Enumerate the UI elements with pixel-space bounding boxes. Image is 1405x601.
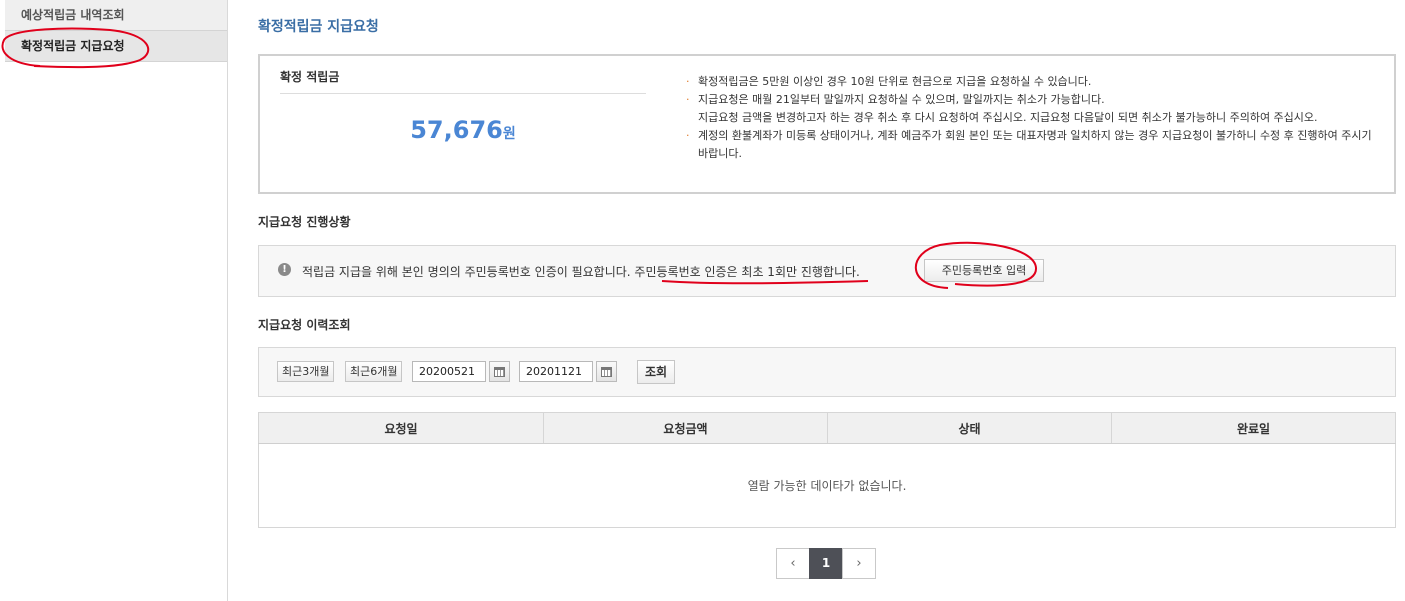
- page-button-current[interactable]: 1: [809, 548, 843, 579]
- history-section-title: 지급요청 이력조회: [258, 318, 351, 332]
- amount-unit: 원: [502, 126, 516, 142]
- filter-box: 최근3개월 최근6개월 조회: [258, 347, 1396, 397]
- confirmed-amount: 57,676: [410, 116, 503, 144]
- table-row: 열람 가능한 데이타가 없습니다.: [258, 443, 1396, 528]
- empty-message: 열람 가능한 데이타가 없습니다.: [258, 443, 1396, 528]
- notice-text: 적립금 지급을 위해 본인 명의의 주민등록번호 인증이 필요합니다. 주민등록…: [302, 263, 860, 280]
- rrn-input-button[interactable]: 주민등록번호 입력: [924, 259, 1044, 282]
- end-date-input[interactable]: [519, 361, 593, 382]
- chevron-right-icon[interactable]: ›: [842, 548, 876, 579]
- page: 예상적립금 내역조회 확정적립금 지급요청 확정적립금 지급요청 확정 적립금 …: [0, 0, 1405, 601]
- note-text: 계정의 환불계좌가 미등록 상태이거나, 계좌 예금주가 회원 본인 또는 대표…: [698, 129, 1372, 160]
- period-3months-button[interactable]: 최근3개월: [277, 361, 335, 382]
- amount-row: 57,676원: [280, 116, 646, 144]
- notice-text-main: 적립금 지급을 위해 본인 명의의 주민등록번호 인증이 필요합니다.: [302, 265, 635, 279]
- summary-label: 확정 적립금: [280, 68, 646, 94]
- sidebar-item-confirmed-points-request[interactable]: 확정적립금 지급요청: [5, 31, 227, 62]
- note-text: 지급요청은 매월 21일부터 말일까지 요청하실 수 있으며, 말일까지는 취소…: [698, 93, 1318, 124]
- calendar-icon[interactable]: [489, 361, 510, 382]
- column-header-request-date: 요청일: [258, 412, 544, 444]
- note-text: 확정적립금은 5만원 이상인 경우 10원 단위로 현금으로 지급을 요청하실 …: [698, 75, 1092, 88]
- note-item: · 계정의 환불계좌가 미등록 상태이거나, 계좌 예금주가 회원 본인 또는 대…: [686, 129, 1372, 160]
- column-header-status: 상태: [827, 412, 1112, 444]
- notice-box: ! 적립금 지급을 위해 본인 명의의 주민등록번호 인증이 필요합니다. 주민…: [258, 245, 1396, 297]
- history-table: 요청일 요청금액 상태 완료일 열람 가능한 데이타가 없습니다.: [258, 412, 1396, 528]
- pagination: ‹ 1 ›: [776, 548, 876, 579]
- table-header-row: 요청일 요청금액 상태 완료일: [258, 412, 1396, 444]
- search-button[interactable]: 조회: [637, 360, 675, 384]
- column-header-request-amount: 요청금액: [543, 412, 828, 444]
- start-date-input[interactable]: [412, 361, 486, 382]
- sidebar-item-expected-points[interactable]: 예상적립금 내역조회: [5, 0, 227, 31]
- notes-list: · 확정적립금은 5만원 이상인 경우 10원 단위로 현금으로 지급을 요청하실…: [684, 73, 1384, 163]
- period-6months-button[interactable]: 최근6개월: [345, 361, 403, 382]
- notice-text-emphasis: 주민등록번호 인증은 최초 1회만 진행합니다.: [634, 265, 860, 279]
- summary-amount-panel: 확정 적립금 57,676원: [280, 68, 646, 144]
- info-icon: !: [278, 263, 291, 276]
- summary-box: 확정 적립금 57,676원 · 확정적립금은 5만원 이상인 경우 10원 단위…: [258, 54, 1396, 194]
- column-header-complete-date: 완료일: [1111, 412, 1396, 444]
- progress-section-title: 지급요청 진행상황: [258, 215, 351, 229]
- chevron-left-icon[interactable]: ‹: [776, 548, 810, 579]
- note-item: · 지급요청은 매월 21일부터 말일까지 요청하실 수 있으며, 말일까지는 취…: [686, 93, 1318, 124]
- calendar-icon[interactable]: [596, 361, 617, 382]
- page-title: 확정적립금 지급요청: [258, 19, 379, 35]
- sidebar: 예상적립금 내역조회 확정적립금 지급요청: [5, 0, 228, 601]
- note-item: · 확정적립금은 5만원 이상인 경우 10원 단위로 현금으로 지급을 요청하실…: [686, 75, 1092, 88]
